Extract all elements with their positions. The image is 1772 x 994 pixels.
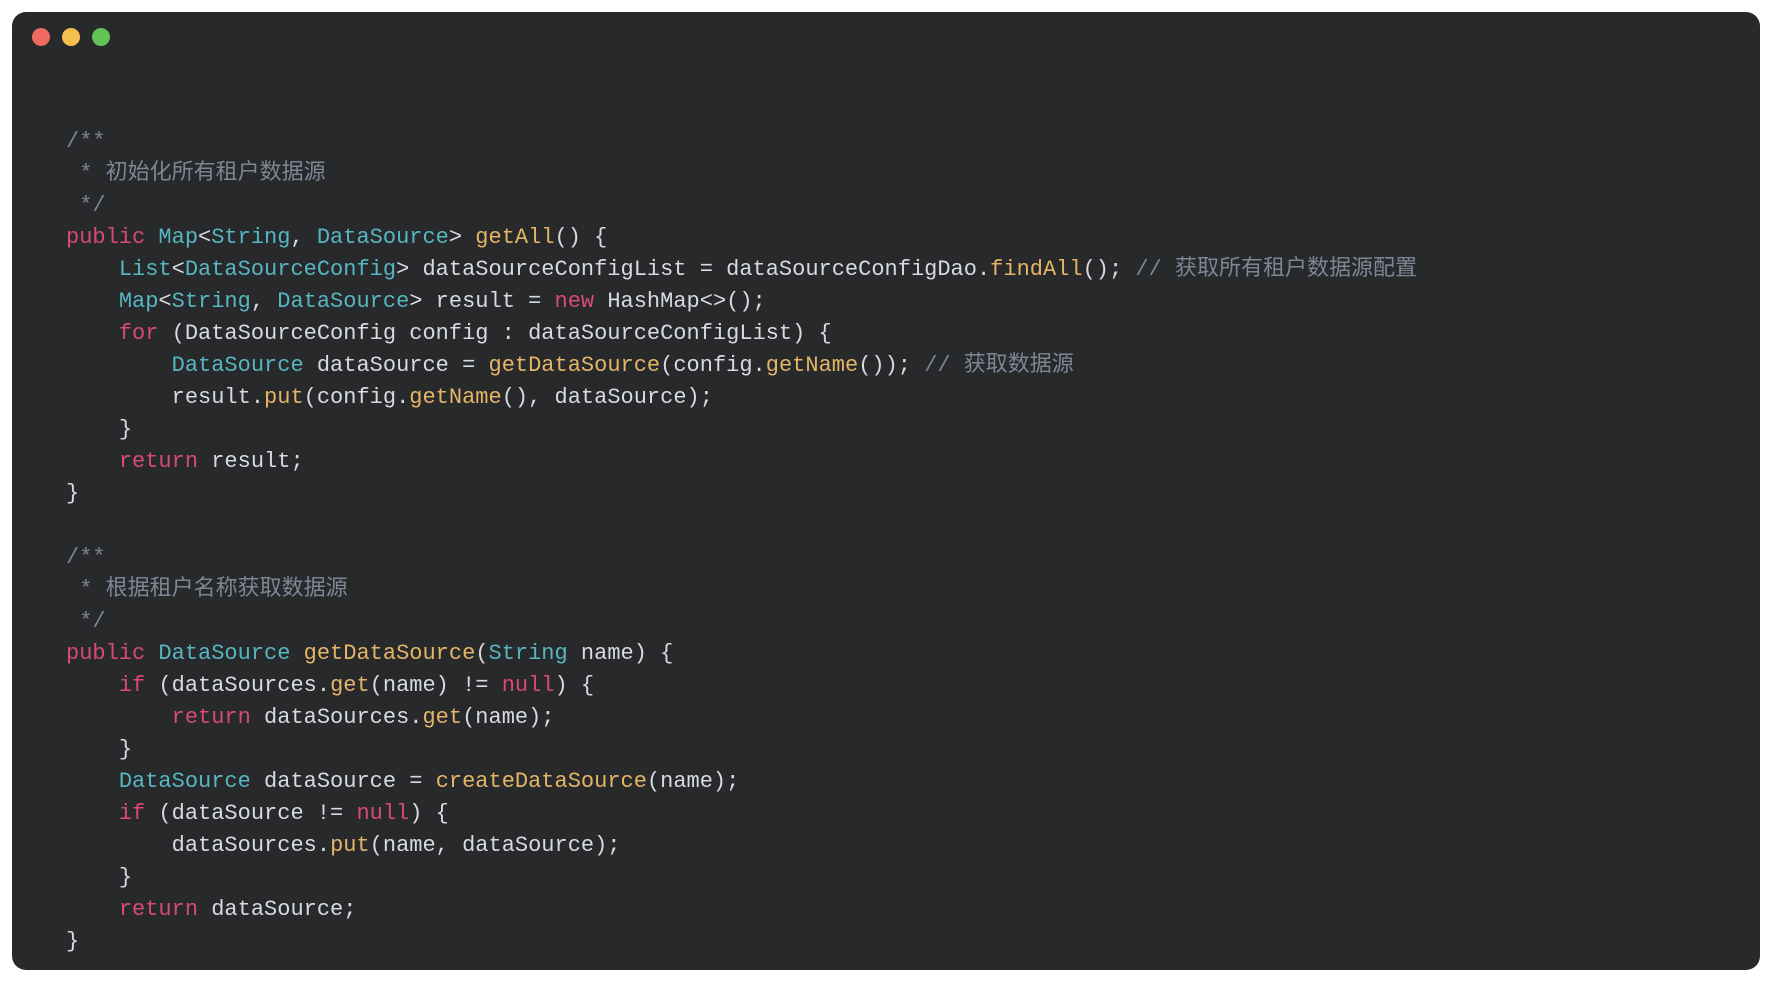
call-put: put [330, 833, 370, 858]
punct: > [449, 225, 462, 250]
call-getname: getName [766, 353, 858, 378]
punct: > [409, 289, 422, 314]
type-datasource: DataSource [158, 641, 290, 666]
code-text: (name); [462, 705, 554, 730]
method-name: getAll [475, 225, 554, 250]
code-text: dataSource = [251, 769, 436, 794]
brace-close: } [66, 929, 79, 954]
code-text: result; [198, 449, 304, 474]
punct: < [198, 225, 211, 250]
code-text: ) { [409, 801, 449, 826]
type-datasource: DataSource [277, 289, 409, 314]
code-text: dataSources. [251, 705, 423, 730]
keyword-null: null [356, 801, 409, 826]
javadoc-line: /** [66, 129, 106, 154]
javadoc-line: /** [66, 545, 106, 570]
code-text: dataSource = [304, 353, 489, 378]
code-text: (config. [304, 385, 410, 410]
minimize-icon[interactable] [62, 28, 80, 46]
punct: , [290, 225, 316, 250]
punct: < [172, 257, 185, 282]
javadoc-line: */ [66, 193, 106, 218]
type-map: Map [158, 225, 198, 250]
keyword-for: for [119, 321, 159, 346]
code-text: (name) != [370, 673, 502, 698]
code-text: result. [172, 385, 264, 410]
keyword-public: public [66, 225, 145, 250]
type-datasource: DataSource [119, 769, 251, 794]
keyword-return: return [172, 705, 251, 730]
inline-comment: // 获取数据源 [924, 353, 1074, 378]
code-editor[interactable]: /** * 初始化所有租户数据源 */ public Map<String, D… [12, 54, 1760, 970]
call-getdatasource: getDataSource [489, 353, 661, 378]
type-dsc: DataSourceConfig [185, 257, 396, 282]
inline-comment: // 获取所有租户数据源配置 [1135, 257, 1417, 282]
javadoc-line: * 初始化所有租户数据源 [66, 161, 326, 186]
keyword-if: if [119, 673, 145, 698]
code-text: (name); [647, 769, 739, 794]
punct: > [396, 257, 409, 282]
method-name: getDataSource [304, 641, 476, 666]
code-text: (DataSourceConfig config : dataSourceCon… [158, 321, 831, 346]
brace-close: } [119, 865, 132, 890]
code-text: () { [555, 225, 608, 250]
code-text: dataSourceConfigList = dataSourceConfigD… [409, 257, 990, 282]
type-datasource: DataSource [172, 353, 304, 378]
code-text: HashMap<>(); [594, 289, 766, 314]
code-text: (); [1083, 257, 1136, 282]
brace-close: } [119, 737, 132, 762]
code-text: dataSource; [198, 897, 356, 922]
code-text: ()); [858, 353, 924, 378]
code-text: (dataSources. [145, 673, 330, 698]
keyword-if: if [119, 801, 145, 826]
code-text: (), dataSource); [502, 385, 713, 410]
brace-close: } [66, 481, 79, 506]
type-datasource: DataSource [317, 225, 449, 250]
keyword-new: new [555, 289, 595, 314]
code-text: (dataSource != [145, 801, 356, 826]
keyword-return: return [119, 449, 198, 474]
keyword-return: return [119, 897, 198, 922]
call-get: get [422, 705, 462, 730]
code-text: dataSources. [172, 833, 330, 858]
call-get: get [330, 673, 370, 698]
call-put: put [264, 385, 304, 410]
punct: ( [475, 641, 488, 666]
code-window: /** * 初始化所有租户数据源 */ public Map<String, D… [12, 12, 1760, 970]
call-getname: getName [409, 385, 501, 410]
code-text: result = [422, 289, 554, 314]
punct: , [251, 289, 277, 314]
type-string: String [489, 641, 568, 666]
type-string: String [172, 289, 251, 314]
call-createdatasource: createDataSource [436, 769, 647, 794]
code-text: (name, dataSource); [370, 833, 621, 858]
code-text: ) { [555, 673, 595, 698]
type-map: Map [119, 289, 159, 314]
keyword-public: public [66, 641, 145, 666]
brace-close: } [119, 417, 132, 442]
type-string: String [211, 225, 290, 250]
code-text: name) { [568, 641, 674, 666]
javadoc-line: * 根据租户名称获取数据源 [66, 577, 348, 602]
code-text: (config. [660, 353, 766, 378]
window-titlebar [12, 12, 1760, 54]
type-list: List [119, 257, 172, 282]
close-icon[interactable] [32, 28, 50, 46]
keyword-null: null [502, 673, 555, 698]
javadoc-line: */ [66, 609, 106, 634]
punct: < [158, 289, 171, 314]
maximize-icon[interactable] [92, 28, 110, 46]
call-findall: findAll [990, 257, 1082, 282]
